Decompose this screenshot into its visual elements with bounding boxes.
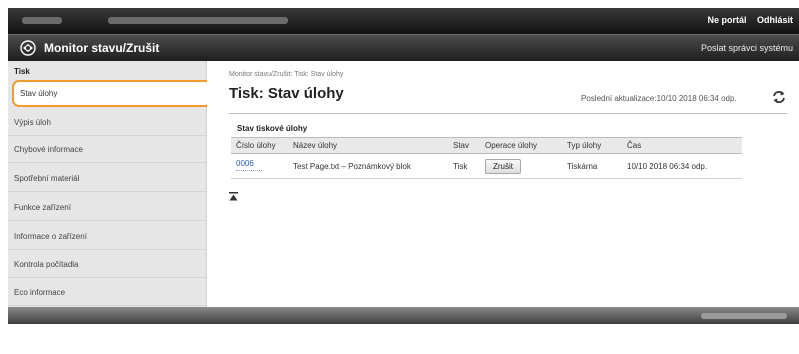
top-bar: Ne portál Odhlásit <box>8 8 799 34</box>
sidebar-item-eco-info[interactable]: Eco informace <box>8 279 206 306</box>
job-status-table: Číslo úlohy Název úlohy Stav Operace úlo… <box>231 137 742 179</box>
table-row: 0006 Test Page.txt – Poznámkový blok Tis… <box>231 153 742 179</box>
blurred-logo <box>22 17 62 24</box>
job-type-cell: Tiskárna <box>562 153 622 179</box>
monitor-status-icon <box>20 40 36 56</box>
blurred-footer-text <box>701 313 787 319</box>
col-status: Stav <box>448 137 480 154</box>
sidebar-item-error-info[interactable]: Chybové informace <box>8 136 206 163</box>
portal-link[interactable]: Ne portál <box>707 15 746 25</box>
heading-divider <box>229 113 787 114</box>
sidebar-item-counter-check[interactable]: Kontrola počítadla <box>8 251 206 278</box>
sidebar-item-device-features[interactable]: Funkce zařízení <box>8 194 206 221</box>
col-job-operation: Operace úlohy <box>480 137 562 154</box>
logout-link[interactable]: Odhlásit <box>757 15 793 25</box>
send-to-admin-link[interactable]: Poslat správci systému <box>701 43 793 53</box>
top-links: Ne portál Odhlásit <box>699 15 793 25</box>
refresh-icon[interactable] <box>771 89 787 105</box>
back-to-top-icon[interactable] <box>229 192 238 201</box>
last-updated-text: Poslední aktualizace:10/10 2018 06:34 od… <box>581 94 737 103</box>
page-app-title: Monitor stavu/Zrušit <box>44 41 160 55</box>
job-name-cell: Test Page.txt – Poznámkový blok <box>288 153 448 179</box>
page-title: Tisk: Stav úlohy <box>229 85 344 102</box>
job-operation-cell: Zrušit <box>480 153 562 179</box>
blurred-device-name <box>108 17 288 24</box>
footer-bar <box>8 307 799 324</box>
job-number-cell[interactable]: 0006 <box>231 153 288 179</box>
title-bar: Monitor stavu/Zrušit Poslat správci syst… <box>8 34 799 61</box>
print-job-status-label: Stav tiskové úlohy <box>237 124 308 133</box>
job-number-link[interactable]: 0006 <box>236 159 254 168</box>
col-time: Čas <box>622 137 742 154</box>
sidebar-item-job-log[interactable]: Výpis úloh <box>8 109 206 136</box>
col-job-name: Název úlohy <box>288 137 448 154</box>
sidebar: Tisk Stav úlohy Výpis úloh Chybové infor… <box>8 61 212 307</box>
col-job-number: Číslo úlohy <box>231 137 288 154</box>
col-job-type: Typ úlohy <box>562 137 622 154</box>
time-cell: 10/10 2018 06:34 odp. <box>622 153 742 179</box>
sidebar-item-consumables[interactable]: Spotřební materiál <box>8 165 206 192</box>
breadcrumb: Monitor stavu/Zrušit: Tisk: Stav úlohy <box>229 71 344 78</box>
sidebar-section-print: Tisk <box>14 67 30 76</box>
sidebar-item-job-status[interactable]: Stav úlohy <box>12 80 212 107</box>
job-number-underline <box>236 169 262 174</box>
cancel-job-button[interactable]: Zrušit <box>485 158 521 174</box>
main-content: Monitor stavu/Zrušit: Tisk: Stav úlohy T… <box>207 61 799 307</box>
sidebar-item-device-info[interactable]: Informace o zařízení <box>8 223 206 250</box>
table-header-row: Číslo úlohy Název úlohy Stav Operace úlo… <box>231 137 742 154</box>
status-cell: Tisk <box>448 153 480 179</box>
